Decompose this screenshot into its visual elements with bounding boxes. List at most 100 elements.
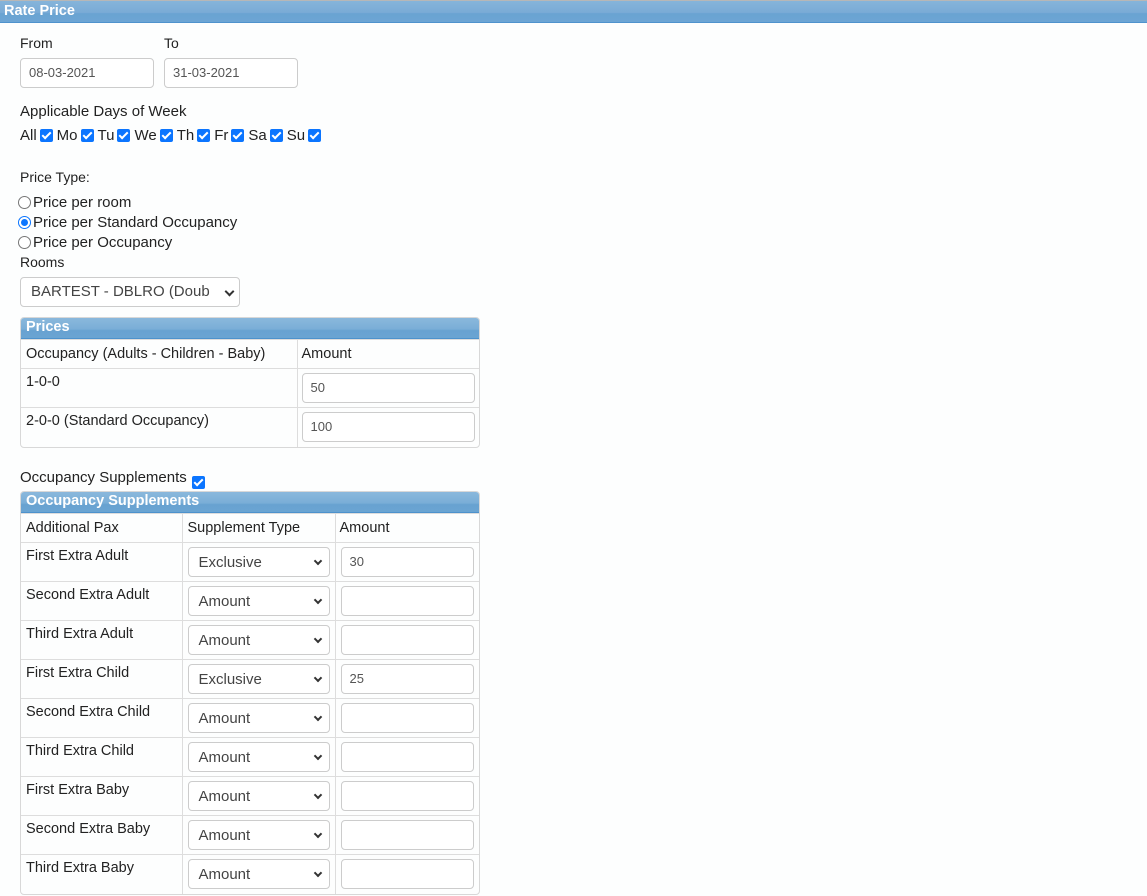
supplement-amount-input[interactable] [340, 859, 474, 889]
day-we[interactable]: We [134, 127, 173, 144]
prices-panel-header: Prices [21, 318, 479, 339]
radio-price-per-occupancy[interactable]: Price per Occupancy [18, 234, 172, 251]
additional-pax-cell: Second Extra Child [21, 698, 183, 738]
supplement-type-select[interactable]: Exclusive [187, 664, 330, 694]
chevron-down-icon [313, 790, 322, 800]
supplement-type-value: Amount [198, 593, 251, 610]
chevron-down-icon [224, 286, 235, 297]
prices-table: Occupancy (Adults - Children - Baby) Amo… [21, 339, 479, 447]
radio-button[interactable] [18, 196, 31, 209]
radio-price-per-standard-occupancy[interactable]: Price per Standard Occupancy [18, 214, 237, 231]
supplement-amount-input[interactable] [340, 703, 474, 733]
chevron-down-icon [313, 868, 322, 878]
supplement-type-value: Amount [198, 710, 251, 727]
column-header-additional-pax: Additional Pax [21, 513, 183, 543]
supplement-amount-input[interactable] [340, 820, 474, 850]
supplement-type-select[interactable]: Amount [187, 781, 330, 811]
table-row: Second Extra Child Amount [21, 698, 479, 738]
column-header-supplement-type: Supplement Type [181, 513, 336, 543]
day-th[interactable]: Th [177, 127, 211, 144]
supplement-amount-input[interactable]: 25 [340, 664, 474, 694]
supplement-amount-input[interactable]: 30 [340, 547, 474, 577]
checkbox-all[interactable] [39, 129, 53, 142]
table-row: 1-0-0 50 [21, 368, 479, 408]
table-row: Third Extra Child Amount [21, 737, 479, 777]
day-label: We [134, 127, 157, 144]
supplement-type-value: Exclusive [198, 554, 262, 571]
additional-pax-cell: Second Extra Adult [21, 581, 183, 621]
additional-pax-cell: Third Extra Adult [21, 620, 183, 660]
day-fr[interactable]: Fr [214, 127, 245, 144]
occupancy-supplements-toggle-label: Occupancy Supplements [20, 469, 187, 486]
to-date-input[interactable]: 31-03-2021 [164, 58, 298, 88]
chevron-down-icon [313, 829, 322, 839]
checkbox-we[interactable] [159, 129, 173, 142]
amount-input[interactable]: 50 [301, 373, 475, 403]
additional-pax-cell: Second Extra Baby [21, 815, 183, 855]
day-label: Su [286, 127, 306, 144]
table-row: Second Extra Baby Amount [21, 815, 479, 855]
day-all[interactable]: All [20, 127, 53, 144]
day-sa[interactable]: Sa [248, 127, 283, 144]
from-date-input[interactable]: 08-03-2021 [20, 58, 154, 88]
supplements-panel-header: Occupancy Supplements [21, 492, 479, 513]
chevron-down-icon [313, 634, 322, 644]
supplement-amount-input[interactable] [340, 781, 474, 811]
day-su[interactable]: Su [286, 127, 322, 144]
supplement-type-value: Amount [198, 866, 251, 883]
radio-label: Price per room [33, 194, 132, 211]
table-row: 2-0-0 (Standard Occupancy) 100 [21, 407, 479, 447]
day-tu[interactable]: Tu [98, 127, 131, 144]
supplement-type-select[interactable]: Amount [187, 859, 330, 889]
checkbox-th[interactable] [197, 129, 211, 142]
occupancy-cell: 2-0-0 (Standard Occupancy) [21, 407, 298, 447]
day-label: Tu [97, 127, 115, 144]
rooms-label: Rooms [20, 254, 65, 270]
supplement-type-select[interactable]: Amount [187, 586, 330, 616]
supplement-amount-input[interactable] [340, 625, 474, 655]
occupancy-supplements-toggle[interactable]: Occupancy Supplements [20, 469, 205, 489]
to-label: To [164, 35, 179, 51]
days-of-week-label: Applicable Days of Week [20, 103, 187, 120]
supplement-type-select[interactable]: Amount [187, 742, 330, 772]
checkbox-su[interactable] [308, 129, 322, 142]
day-label: Mo [56, 127, 78, 144]
rooms-select[interactable]: BARTEST - DBLRO (Doub [20, 277, 240, 307]
supplement-type-value: Exclusive [198, 671, 262, 688]
table-row: Third Extra Baby Amount [21, 854, 479, 894]
radio-price-per-room[interactable]: Price per room [18, 194, 131, 211]
day-mo[interactable]: Mo [57, 127, 94, 144]
supplement-amount-input[interactable] [340, 586, 474, 616]
day-label: All [20, 127, 37, 144]
additional-pax-cell: First Extra Baby [21, 776, 183, 816]
table-header-row: Additional Pax Supplement Type Amount [21, 513, 479, 543]
day-label: Th [176, 127, 195, 144]
checkbox-fr[interactable] [231, 129, 245, 142]
chevron-down-icon [313, 556, 322, 566]
checkbox-sa[interactable] [269, 129, 283, 142]
occupancy-supplements-checkbox[interactable] [191, 476, 205, 489]
radio-button[interactable] [18, 236, 31, 249]
additional-pax-cell: Third Extra Child [21, 737, 183, 777]
checkbox-tu[interactable] [117, 129, 131, 142]
day-label: Fr [214, 127, 229, 144]
day-label: Sa [248, 127, 267, 144]
table-row: Second Extra Adult Amount [21, 581, 479, 621]
rooms-selected-value: BARTEST - DBLRO (Doub [31, 283, 210, 300]
supplement-type-select[interactable]: Amount [187, 820, 330, 850]
chevron-down-icon [313, 751, 322, 761]
prices-panel-title: Prices [26, 319, 70, 335]
section-header-rate-price: Rate Price [0, 0, 1147, 23]
supplement-type-select[interactable]: Exclusive [187, 547, 330, 577]
price-type-label: Price Type: [20, 169, 90, 185]
supplement-type-value: Amount [198, 632, 251, 649]
amount-input[interactable]: 100 [301, 412, 475, 442]
supplement-type-select[interactable]: Amount [187, 625, 330, 655]
table-row: First Extra Adult Exclusive 30 [21, 542, 479, 582]
table-row: First Extra Child Exclusive 25 [21, 659, 479, 699]
checkbox-mo[interactable] [80, 129, 94, 142]
supplement-amount-input[interactable] [340, 742, 474, 772]
radio-button-selected[interactable] [18, 216, 31, 229]
radio-label: Price per Occupancy [33, 234, 173, 251]
supplement-type-select[interactable]: Amount [187, 703, 330, 733]
